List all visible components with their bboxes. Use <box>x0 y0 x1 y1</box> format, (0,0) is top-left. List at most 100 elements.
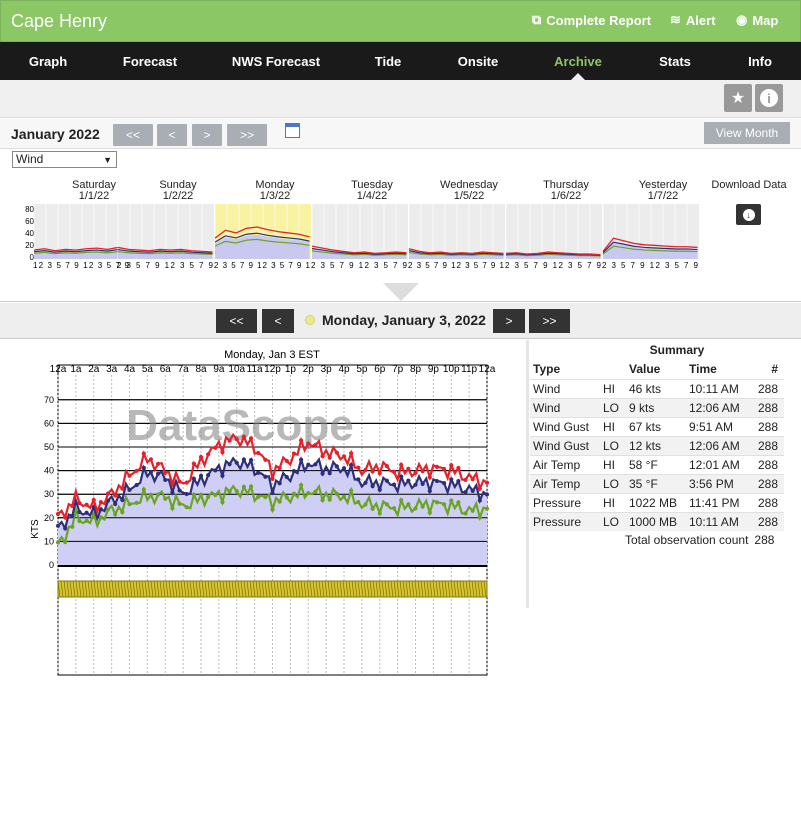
info-button[interactable]: i <box>755 84 783 112</box>
nav-forecast[interactable]: Forecast <box>123 54 177 69</box>
data-point <box>449 498 454 503</box>
day-last-button[interactable]: >> <box>529 309 570 333</box>
data-point <box>463 490 468 495</box>
month-next-button[interactable]: > <box>192 124 222 146</box>
data-point <box>384 478 389 483</box>
day-next-button[interactable]: > <box>493 309 525 333</box>
summary-row: Wind Gust LO 12 kts 12:06 AM 288 <box>530 435 784 455</box>
data-point <box>84 502 89 507</box>
calendar-icon[interactable] <box>285 123 300 138</box>
data-point <box>70 513 75 519</box>
day-label-wednesday[interactable]: Wednesday 1/5/22 <box>419 180 519 202</box>
data-point <box>84 510 89 515</box>
day-label-yesterday[interactable]: Yesterday 1/7/22 <box>613 180 713 202</box>
nav-onsite[interactable]: Onsite <box>458 54 498 69</box>
selected-date: Monday, January 3, 2022 <box>322 312 486 328</box>
station-title: Cape Henry <box>11 11 108 31</box>
data-point <box>284 474 289 480</box>
wind-chart: 12a 1a 2a 3a 4a 5a 6a 7a 8a 9a 10a 11a 12p 1p 2p 3p 4p 5p… <box>30 349 496 676</box>
summary-cell: 46 kts <box>626 378 686 398</box>
summary-row: Wind Gust HI 67 kts 9:51 AM 288 <box>530 416 784 436</box>
day-label-tuesday[interactable]: Tuesday 1/4/22 <box>322 180 422 202</box>
data-point <box>98 500 103 505</box>
x-tick: 8p <box>410 364 422 375</box>
day-label-monday[interactable]: Monday 1/3/22 <box>225 180 325 202</box>
data-point <box>263 457 268 462</box>
data-point <box>84 518 89 523</box>
summary-cell: 288 <box>752 416 784 436</box>
summary-row: Wind HI 46 kts 10:11 AM 288 <box>530 378 784 398</box>
data-point <box>163 496 168 501</box>
summary-cell: Wind <box>530 378 600 398</box>
summary-cell: LO <box>600 511 626 531</box>
data-point <box>120 497 125 503</box>
report-icon: ⧉ <box>532 12 542 27</box>
map-link[interactable]: ◉ Map <box>736 12 778 28</box>
data-point <box>356 477 361 482</box>
nav-info[interactable]: Info <box>748 54 772 69</box>
data-point <box>234 437 239 442</box>
data-point <box>477 498 482 503</box>
alert-link[interactable]: ≋ Alert <box>670 12 716 28</box>
month-first-button[interactable]: << <box>113 124 153 146</box>
nav-stats[interactable]: Stats <box>659 54 691 69</box>
summary-cell: 288 <box>752 492 784 512</box>
data-point <box>234 489 239 494</box>
summary-cell: 58 °F <box>626 454 686 474</box>
nav-archive[interactable]: Archive <box>554 54 602 69</box>
data-point <box>270 476 275 482</box>
wifi-icon: ≋ <box>670 12 681 27</box>
x-tick: 2a <box>88 364 100 375</box>
divider <box>526 340 529 608</box>
summary-cell: 67 kts <box>626 416 686 436</box>
y-axis-label: KTS <box>30 519 41 539</box>
col-hilo <box>600 359 626 379</box>
data-point <box>413 506 418 511</box>
parameter-select[interactable]: Wind <box>12 151 117 168</box>
day-first-button[interactable]: << <box>216 309 257 333</box>
data-point <box>55 540 61 545</box>
summary-cell: LO <box>600 473 626 493</box>
data-point <box>148 457 154 462</box>
summary-cell: Wind Gust <box>530 435 600 455</box>
summary-panel: Summary Type Value Time # Wind HI 46 kts 10… <box>530 342 784 531</box>
data-point <box>184 480 189 485</box>
wind-direction-band <box>57 580 488 598</box>
data-point <box>77 509 82 515</box>
col-count: # <box>771 361 778 376</box>
summary-cell: 10:11 AM <box>686 378 752 398</box>
data-point <box>77 500 82 506</box>
x-tick: 11p <box>461 364 477 375</box>
data-point <box>470 488 475 493</box>
x-tick: 12a <box>479 364 496 375</box>
selected-day-pointer <box>383 283 419 301</box>
data-point <box>434 464 440 469</box>
month-prev-button[interactable]: < <box>157 124 187 146</box>
y-tick: 60 <box>44 418 54 428</box>
favorite-star-button[interactable]: ★ <box>724 84 752 112</box>
day-label-sunday[interactable]: Sunday 1/2/22 <box>128 180 228 202</box>
complete-report-link[interactable]: ⧉ Complete Report <box>532 12 651 28</box>
nav-graph[interactable]: Graph <box>29 54 67 69</box>
data-point <box>356 465 361 470</box>
data-point <box>370 469 375 474</box>
day-prev-button[interactable]: < <box>262 309 294 333</box>
summary-row: Pressure LO 1000 MB 10:11 AM 288 <box>530 511 784 531</box>
data-point <box>120 510 125 515</box>
col-time: Time <box>689 361 717 376</box>
nav-nws-forecast[interactable]: NWS Forecast <box>232 54 320 69</box>
data-point <box>377 471 382 476</box>
nav-tide[interactable]: Tide <box>375 54 402 69</box>
star-icon: ★ <box>730 90 746 107</box>
data-point <box>306 441 311 446</box>
data-point <box>148 469 154 475</box>
download-button[interactable]: ↓ <box>736 204 761 225</box>
day-label-thursday[interactable]: Thursday 1/6/22 <box>516 180 616 202</box>
data-point <box>427 475 432 480</box>
month-last-button[interactable]: >> <box>227 124 267 146</box>
data-point <box>449 477 454 482</box>
summary-cell: HI <box>600 416 626 436</box>
data-point <box>206 494 211 499</box>
view-month-button[interactable]: View Month <box>704 122 790 144</box>
data-point <box>141 487 146 492</box>
